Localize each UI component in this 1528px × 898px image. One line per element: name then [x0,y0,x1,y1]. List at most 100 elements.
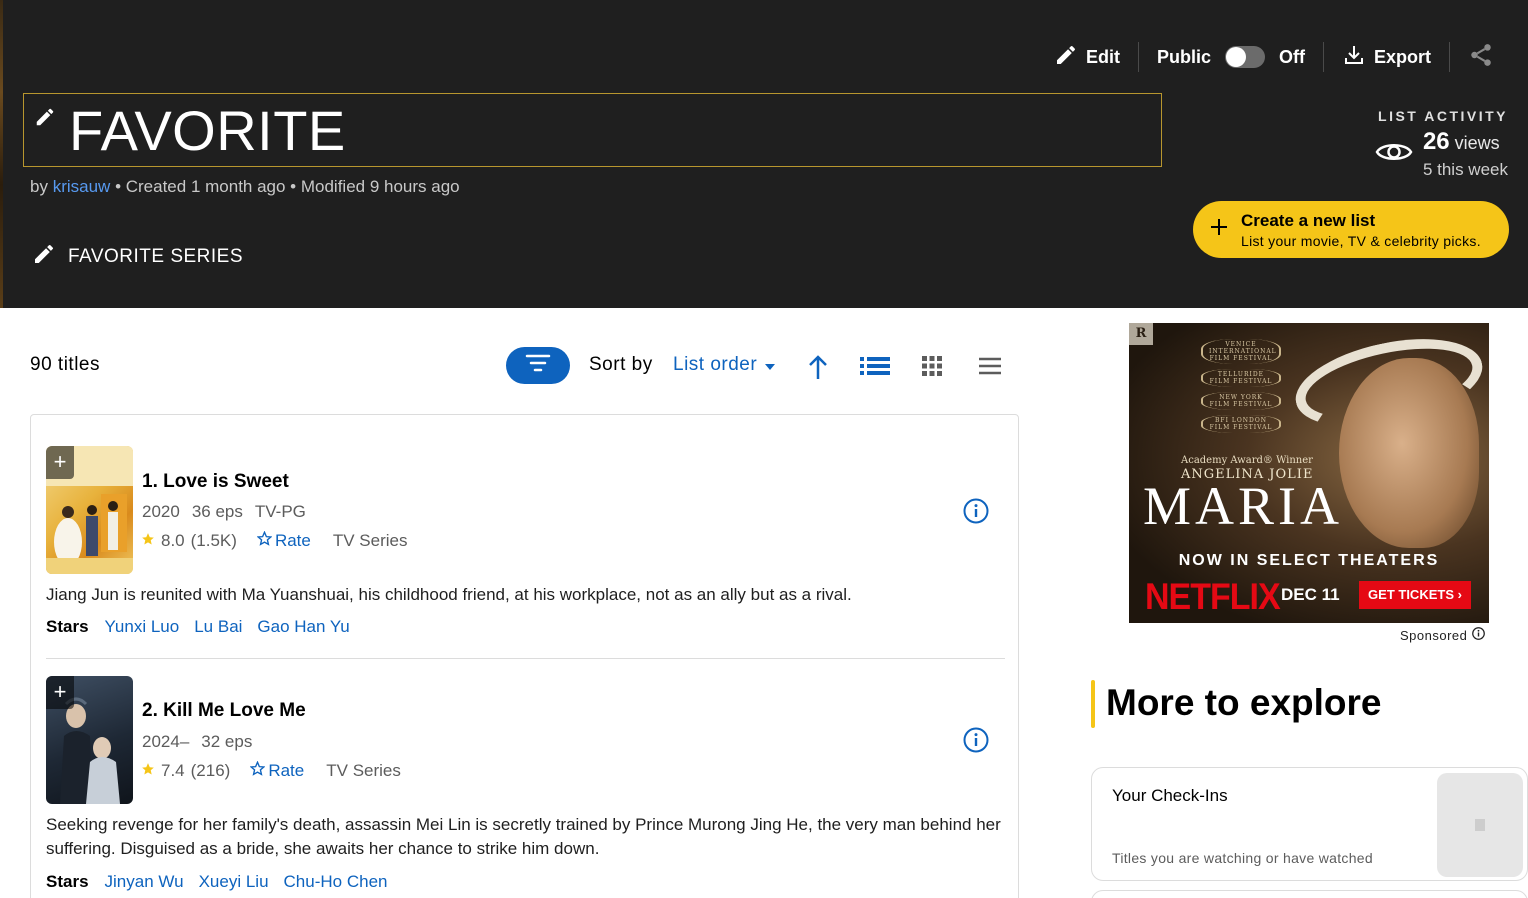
toggle-knob [1225,47,1246,67]
share-icon [1468,42,1494,73]
info-icon [1472,627,1486,643]
by-prefix: by [30,177,48,196]
item-plot: Seeking revenge for her family's death, … [46,815,1001,858]
info-icon[interactable] [963,498,989,529]
laurel: VENICE INTERNATIONAL FILM FESTIVAL [1201,339,1281,364]
arrow-up-icon [806,355,830,385]
ad-now-playing: NOW IN SELECT THEATERS [1178,552,1440,569]
compact-view-button[interactable] [979,357,1001,380]
item-title[interactable]: 1. Love is Sweet [142,471,289,493]
filter-icon [525,353,551,378]
list-header: Edit Public Off Export FAVORITE by krisa… [0,0,1528,308]
sort-direction-button[interactable] [806,353,830,386]
create-list-button[interactable]: Create a new list List your movie, TV & … [1193,201,1509,258]
item-rating: 8.0 [161,531,185,550]
views-count: 26 [1422,128,1450,155]
grid-icon [922,356,942,380]
author-link[interactable]: krisauw [53,177,111,196]
toggle-state-label: Off [1278,46,1305,67]
laurel: BFI LONDON FILM FESTIVAL [1201,415,1281,433]
header-edge-strip [0,0,3,308]
star-link[interactable]: Xueyi Liu [199,872,269,892]
star-icon [141,531,155,551]
item-stars: Stars Yunxi Luo Lu Bai Gao Han Yu [46,617,350,637]
stars-label: Stars [46,617,89,636]
rate-label: Rate [268,761,305,780]
item-certificate: TV-PG [254,502,306,521]
list-description-field[interactable]: FAVORITE SERIES [32,242,243,272]
sort-dropdown[interactable]: List order [673,354,776,376]
item-plot: Jiang Jun is reunited with Ma Yuanshuai,… [46,585,852,604]
export-label: Export [1373,46,1431,67]
list-toolbar: Edit Public Off Export [1036,38,1528,76]
item-meta: 2024– 32 eps [142,732,252,752]
star-link[interactable]: Chu-Ho Chen [284,872,388,892]
list-title-field[interactable]: FAVORITE [23,93,1162,167]
star-outline-icon [249,760,266,781]
explore-card[interactable] [1091,890,1528,898]
export-button[interactable]: Export [1324,38,1449,76]
item-rating-row: 8.0 (1.5K) Rate TV Series [141,530,408,551]
poster-kill-me-love-me[interactable]: + [46,676,133,804]
item-meta: 2020 36 eps TV-PG [142,502,306,522]
festival-laurels: VENICE INTERNATIONAL FILM FESTIVAL TELLU… [1201,339,1281,438]
rate-button[interactable]: Rate [256,530,311,551]
item-votes: (216) [190,761,231,780]
add-to-watchlist-icon[interactable]: + [46,446,74,479]
create-list-subtitle: List your movie, TV & celebrity picks. [1241,232,1481,249]
views-suffix: views [1454,133,1500,153]
star-link[interactable]: Jinyan Wu [105,872,184,892]
poster-love-is-sweet[interactable]: + [46,446,133,574]
rate-label: Rate [274,531,311,550]
download-icon [1342,43,1366,72]
sponsored-ad[interactable]: R VENICE INTERNATIONAL FILM FESTIVAL TEL… [1129,323,1489,623]
share-button[interactable] [1450,38,1528,76]
item-votes: (1.5K) [190,531,237,550]
star-link[interactable]: Yunxi Luo [105,617,180,637]
sort-by-label: Sort by [589,354,653,375]
activity-label: LIST ACTIVITY [1378,108,1508,124]
section-accent-bar [1091,680,1095,728]
checkins-thumbnail [1437,773,1523,877]
edit-button[interactable]: Edit [1036,38,1138,76]
checkins-card[interactable]: Your Check-Ins Titles you are watching o… [1091,767,1528,881]
public-toggle-group[interactable]: Public Off [1139,38,1323,76]
explore-heading: More to explore [1106,682,1382,723]
list-description: FAVORITE SERIES [68,246,244,267]
item-divider [46,658,1005,659]
list-activity: LIST ACTIVITY 26 views 5 this week [1358,108,1508,180]
info-icon[interactable] [963,727,989,758]
list-title: FAVORITE [69,99,346,162]
public-label: Public [1156,46,1211,67]
title-count: 90 titles [30,354,100,375]
grid-view-button[interactable] [922,356,942,381]
item-title[interactable]: 2. Kill Me Love Me [142,700,306,722]
eye-icon [1375,139,1413,170]
add-to-watchlist-icon[interactable]: + [46,676,74,709]
pencil-icon [32,242,56,272]
list-byline: by krisauw • Created 1 month ago • Modif… [30,177,460,197]
pencil-icon [1054,43,1078,72]
checkins-subtitle: Titles you are watching or have watched [1112,850,1373,866]
star-link[interactable]: Lu Bai [194,617,242,637]
list-dates: • Created 1 month ago • Modified 9 hours… [115,177,460,196]
item-episodes: 32 eps [201,732,253,751]
ad-film-title: MARIA [1143,476,1344,536]
star-outline-icon [256,530,273,551]
filter-button[interactable] [506,347,570,384]
get-tickets-button[interactable]: GET TICKETS › [1359,581,1471,609]
stars-label: Stars [46,872,89,891]
sponsored-label[interactable]: Sponsored [1400,627,1486,643]
detailed-view-button[interactable] [860,356,890,381]
views-this-week: 5 this week [1422,160,1508,179]
star-link[interactable]: Gao Han Yu [257,617,349,637]
item-type: TV Series [332,531,408,550]
plus-icon [1209,217,1229,242]
item-stars: Stars Jinyan Wu Xueyi Liu Chu-Ho Chen [46,872,387,892]
create-list-title: Create a new list [1241,210,1376,230]
ad-date: DEC 11 [1281,585,1340,604]
rate-button[interactable]: Rate [249,760,305,781]
public-toggle[interactable] [1224,46,1265,68]
item-rating: 7.4 [161,761,185,780]
edit-label: Edit [1085,46,1120,67]
